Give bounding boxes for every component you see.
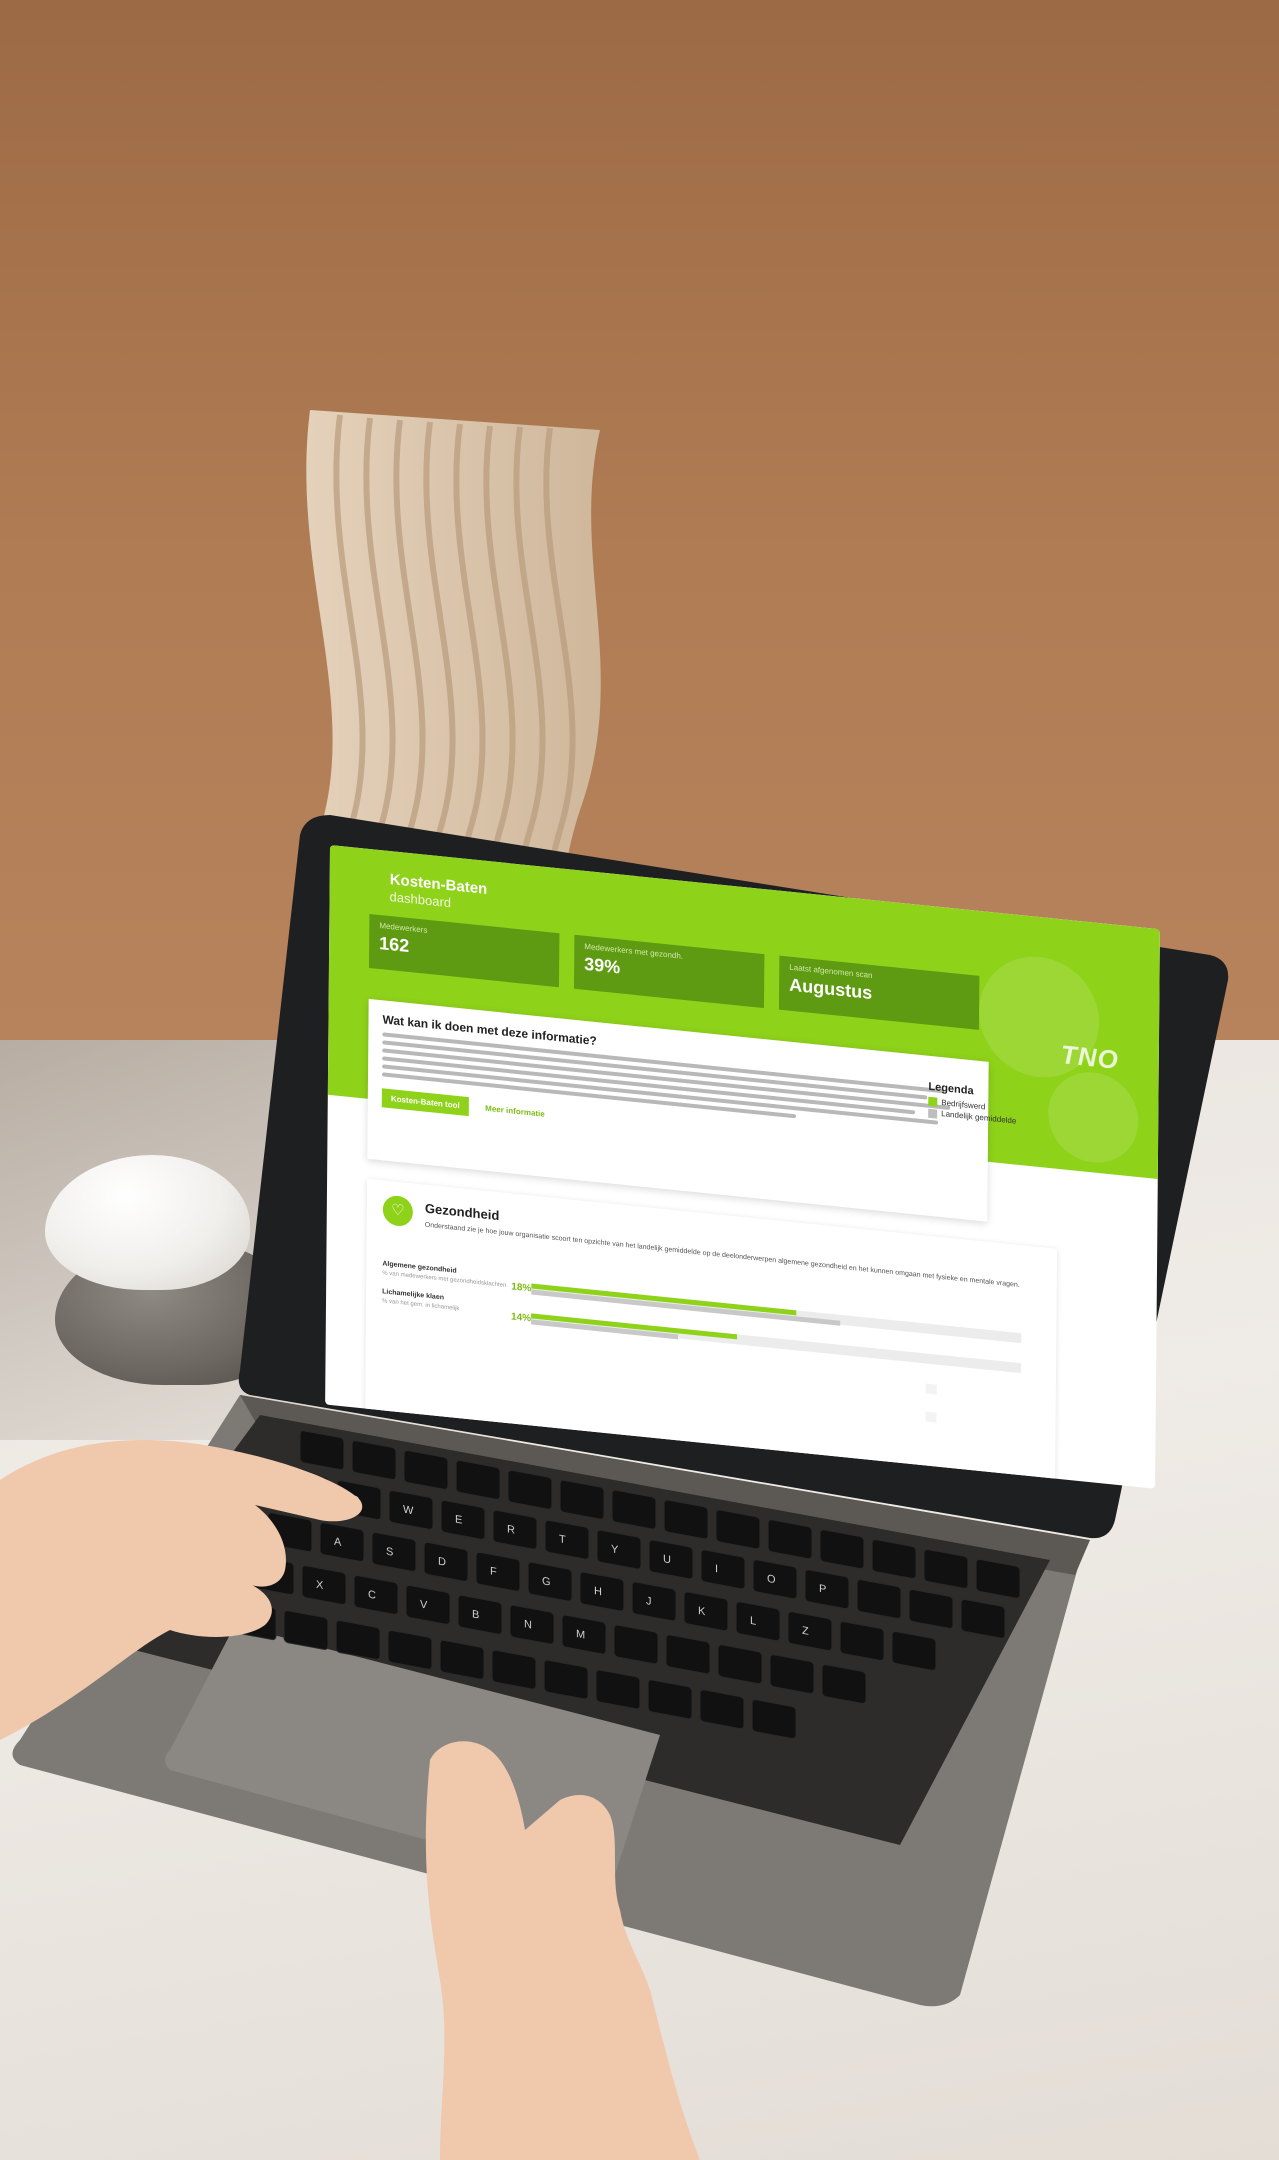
hands: [0, 1440, 700, 2160]
